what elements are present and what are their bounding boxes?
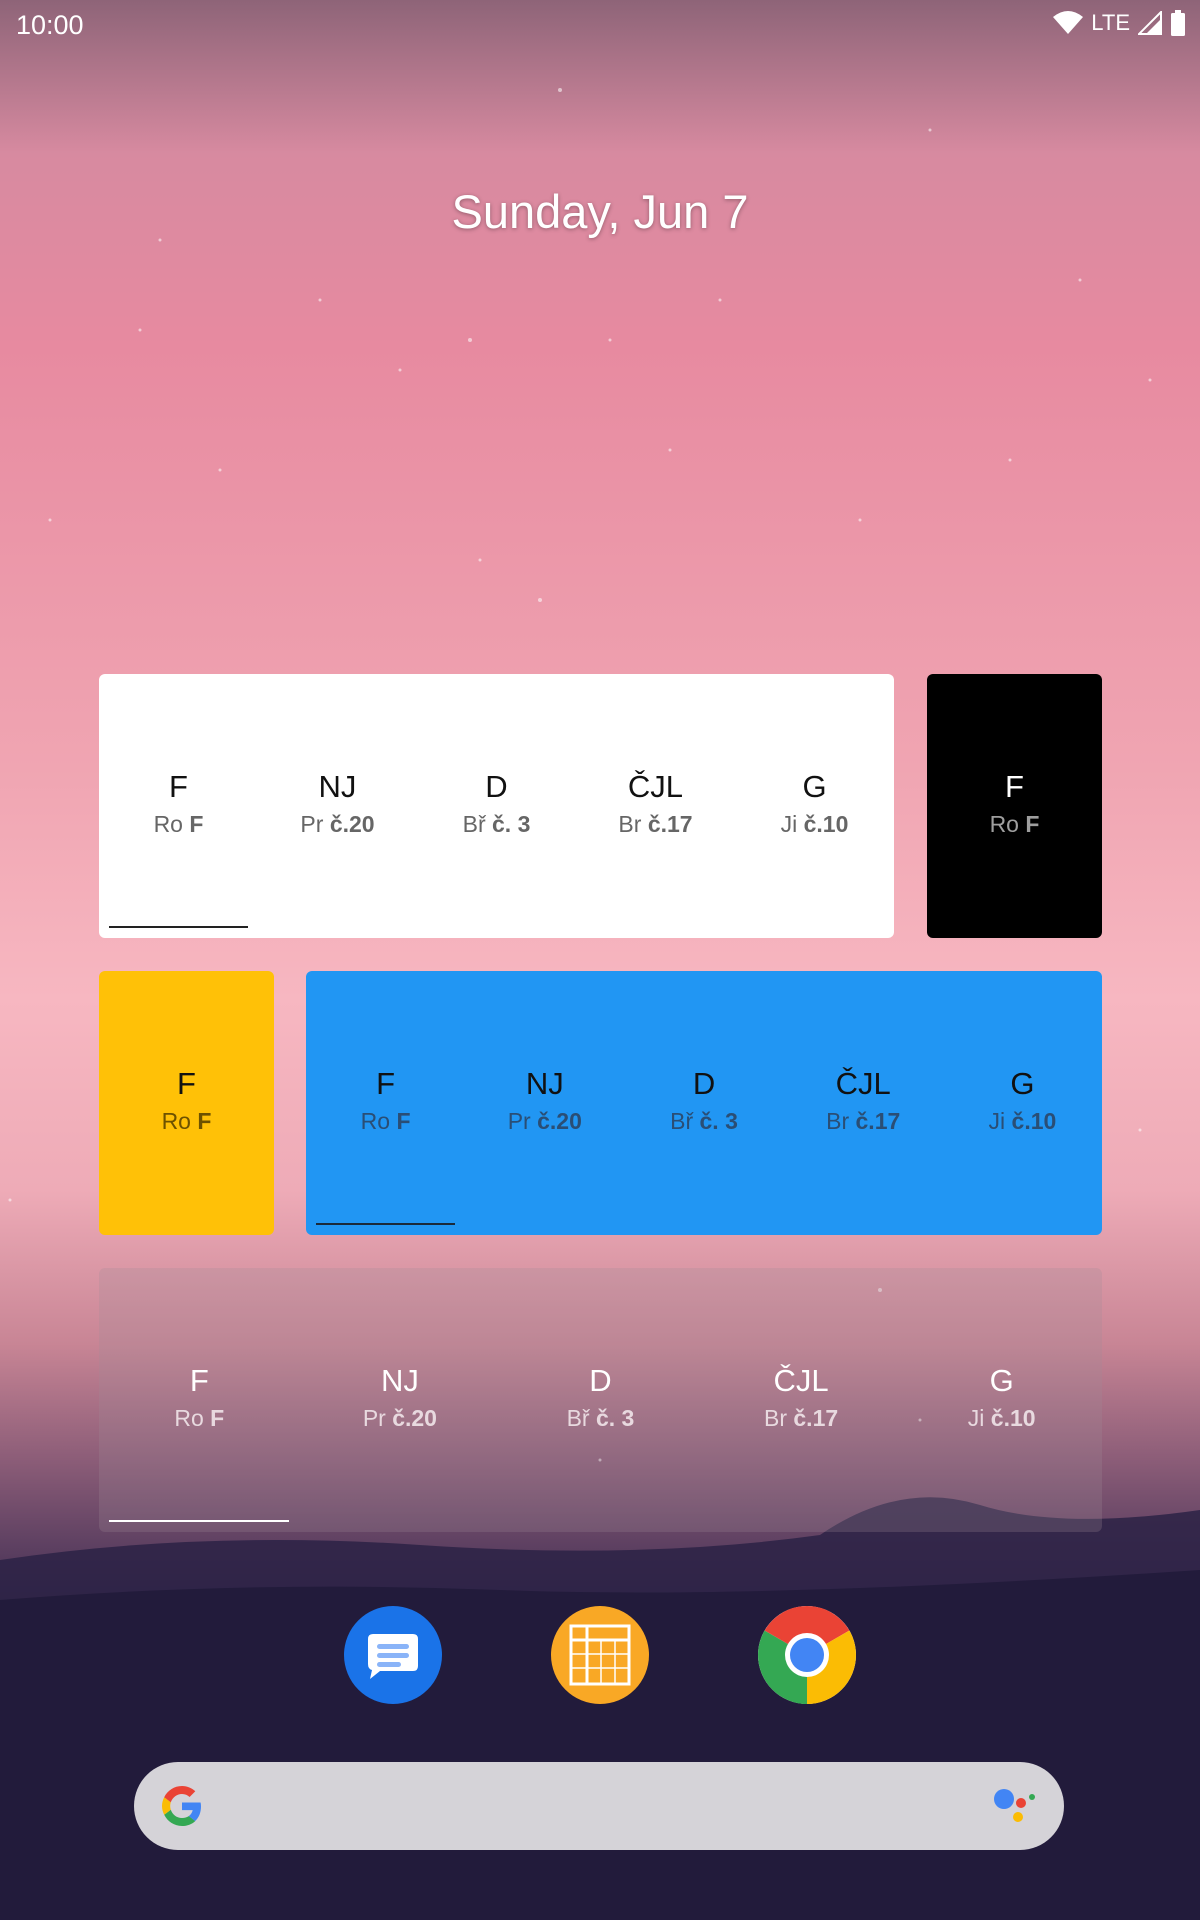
lesson-subject: D bbox=[692, 1066, 716, 1101]
lesson-subject: G bbox=[802, 769, 827, 804]
lesson-room: č.17 bbox=[855, 1108, 901, 1134]
lesson-item[interactable]: ČJL Br č.17 bbox=[576, 769, 735, 839]
lesson-subject: G bbox=[1010, 1066, 1035, 1101]
lesson-room: č.10 bbox=[990, 1405, 1036, 1431]
lesson-item[interactable]: NJ Pr č.20 bbox=[300, 1363, 501, 1433]
lesson-subject: F bbox=[177, 1066, 196, 1101]
lesson-teacher: Ro bbox=[161, 1108, 191, 1134]
lesson-item[interactable]: D Bř č. 3 bbox=[500, 1363, 701, 1433]
lesson-item[interactable]: F Ro F bbox=[99, 1363, 300, 1433]
lesson-teacher: Br bbox=[826, 1108, 850, 1134]
lesson-room: č. 3 bbox=[492, 811, 531, 837]
lesson-subject: F bbox=[1005, 769, 1024, 804]
lesson-room: F bbox=[197, 1108, 212, 1134]
lesson-teacher: Ro bbox=[153, 811, 183, 837]
lesson-room: F bbox=[396, 1108, 411, 1134]
lesson-subject: ČJL bbox=[773, 1363, 829, 1398]
lesson-room: č. 3 bbox=[595, 1405, 635, 1431]
lesson-item[interactable]: G Ji č.10 bbox=[943, 1066, 1102, 1136]
lesson-item[interactable]: D Bř č. 3 bbox=[624, 1066, 783, 1136]
lesson-teacher: Ro bbox=[174, 1405, 204, 1431]
lesson-item[interactable]: ČJL Br č.17 bbox=[784, 1066, 943, 1136]
lesson-teacher: Ro bbox=[360, 1108, 391, 1134]
date-widget[interactable]: Sunday, Jun 7 bbox=[0, 184, 1200, 239]
network-type: LTE bbox=[1091, 10, 1130, 35]
cell-signal-icon bbox=[1138, 11, 1162, 35]
messages-app-icon[interactable] bbox=[344, 1606, 442, 1704]
lesson-subject: D bbox=[485, 769, 508, 804]
lesson-room: č.10 bbox=[803, 811, 849, 837]
lesson-teacher: Br bbox=[618, 811, 642, 837]
lesson-teacher: Bř bbox=[462, 811, 486, 837]
lesson-teacher: Ji bbox=[988, 1108, 1006, 1134]
google-g-icon bbox=[162, 1786, 201, 1826]
lesson-room: F bbox=[1025, 811, 1040, 837]
status-time: 10:00 bbox=[16, 10, 84, 40]
google-search-bar[interactable] bbox=[134, 1762, 1064, 1850]
timetable-widget-blue[interactable]: F Ro F NJ Pr č.20 D Bř č. 3 ČJL Br č.17 … bbox=[306, 971, 1102, 1235]
lesson-room: č.17 bbox=[793, 1405, 839, 1431]
lesson-teacher: Br bbox=[764, 1405, 787, 1431]
lesson-item[interactable]: ČJL Br č.17 bbox=[701, 1363, 902, 1433]
lesson-item[interactable]: G Ji č.10 bbox=[901, 1363, 1102, 1433]
lesson-item[interactable]: NJ Pr č.20 bbox=[465, 1066, 624, 1136]
lesson-teacher: Pr bbox=[300, 811, 324, 837]
lesson-room: F bbox=[189, 811, 204, 837]
lesson-subject: F bbox=[169, 769, 188, 804]
lesson-room: č.20 bbox=[392, 1405, 437, 1431]
lesson-teacher: Pr bbox=[507, 1108, 531, 1134]
current-lesson-indicator bbox=[109, 926, 248, 928]
timetable-widget-white[interactable]: F Ro F NJ Pr č.20 D Bř č. 3 ČJL Br č.17 … bbox=[99, 674, 894, 938]
lesson-teacher: Ji bbox=[780, 811, 798, 837]
timetable-app-icon[interactable] bbox=[551, 1606, 649, 1704]
lesson-item[interactable]: F Ro F bbox=[306, 1066, 465, 1136]
lesson-item[interactable]: NJ Pr č.20 bbox=[258, 769, 417, 839]
lesson-room: č.10 bbox=[1011, 1108, 1057, 1134]
lesson-subject: NJ bbox=[380, 1363, 419, 1398]
lesson-teacher: Pr bbox=[362, 1405, 386, 1431]
lesson-room: č. 3 bbox=[699, 1108, 738, 1134]
timetable-widget-yellow[interactable]: F Ro F bbox=[99, 971, 274, 1235]
timetable-widget-transparent[interactable]: F Ro F NJ Pr č.20 D Bř č. 3 ČJL Br č.17 … bbox=[99, 1268, 1102, 1532]
lesson-room: č.20 bbox=[329, 811, 375, 837]
lesson-subject: NJ bbox=[318, 769, 357, 804]
battery-icon bbox=[1171, 10, 1185, 36]
lesson-teacher: Bř bbox=[566, 1405, 590, 1431]
lesson-teacher: Ji bbox=[967, 1405, 985, 1431]
lesson-room: č.20 bbox=[537, 1108, 582, 1134]
status-bar: 10:00 LTE bbox=[0, 0, 1200, 50]
lesson-subject: D bbox=[589, 1363, 612, 1398]
current-lesson-indicator bbox=[109, 1520, 289, 1522]
lesson-teacher: Ro bbox=[989, 811, 1019, 837]
lesson-item[interactable]: F Ro F bbox=[99, 769, 258, 839]
timetable-widget-black[interactable]: F Ro F bbox=[927, 674, 1102, 938]
current-lesson-indicator bbox=[316, 1223, 455, 1225]
lesson-subject: NJ bbox=[525, 1066, 564, 1101]
assistant-dots-icon[interactable] bbox=[992, 1782, 1040, 1830]
lesson-subject: ČJL bbox=[627, 769, 684, 804]
lesson-item[interactable]: D Bř č. 3 bbox=[417, 769, 576, 839]
lesson-item[interactable]: F Ro F bbox=[99, 1066, 274, 1136]
lesson-subject: G bbox=[989, 1363, 1014, 1398]
lesson-subject: F bbox=[376, 1066, 396, 1101]
lesson-subject: F bbox=[189, 1363, 209, 1398]
lesson-subject: ČJL bbox=[835, 1066, 891, 1101]
lesson-teacher: Bř bbox=[670, 1108, 694, 1134]
lesson-item[interactable]: F Ro F bbox=[927, 769, 1102, 839]
wifi-icon bbox=[1053, 11, 1084, 34]
lesson-item[interactable]: G Ji č.10 bbox=[735, 769, 894, 839]
lesson-room: č.17 bbox=[647, 811, 693, 837]
lesson-room: F bbox=[210, 1405, 225, 1431]
chrome-app-icon[interactable] bbox=[758, 1606, 856, 1704]
